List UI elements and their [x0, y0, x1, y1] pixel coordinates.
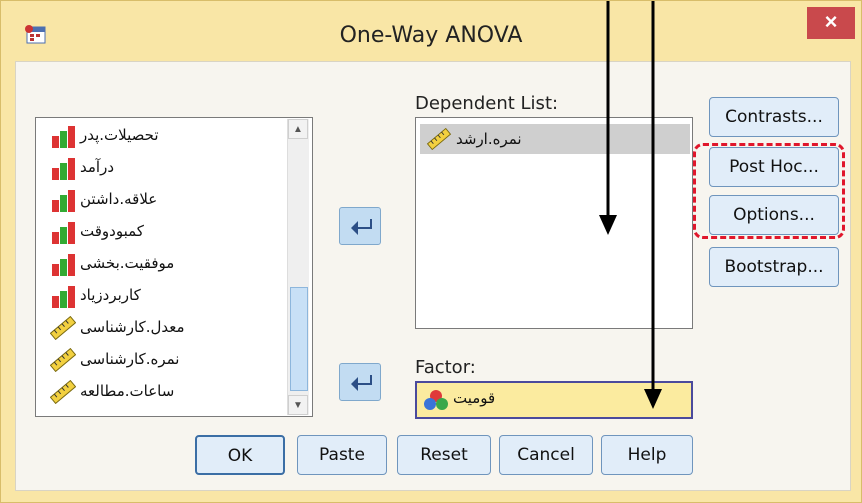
annotation-arrows [599, 1, 662, 409]
one-way-anova-dialog: One-Way ANOVA × تحصیلات.پدر درآمد علاقه.… [0, 0, 862, 503]
arrow-down-icon [644, 389, 662, 409]
arrow-down-icon [599, 215, 617, 235]
